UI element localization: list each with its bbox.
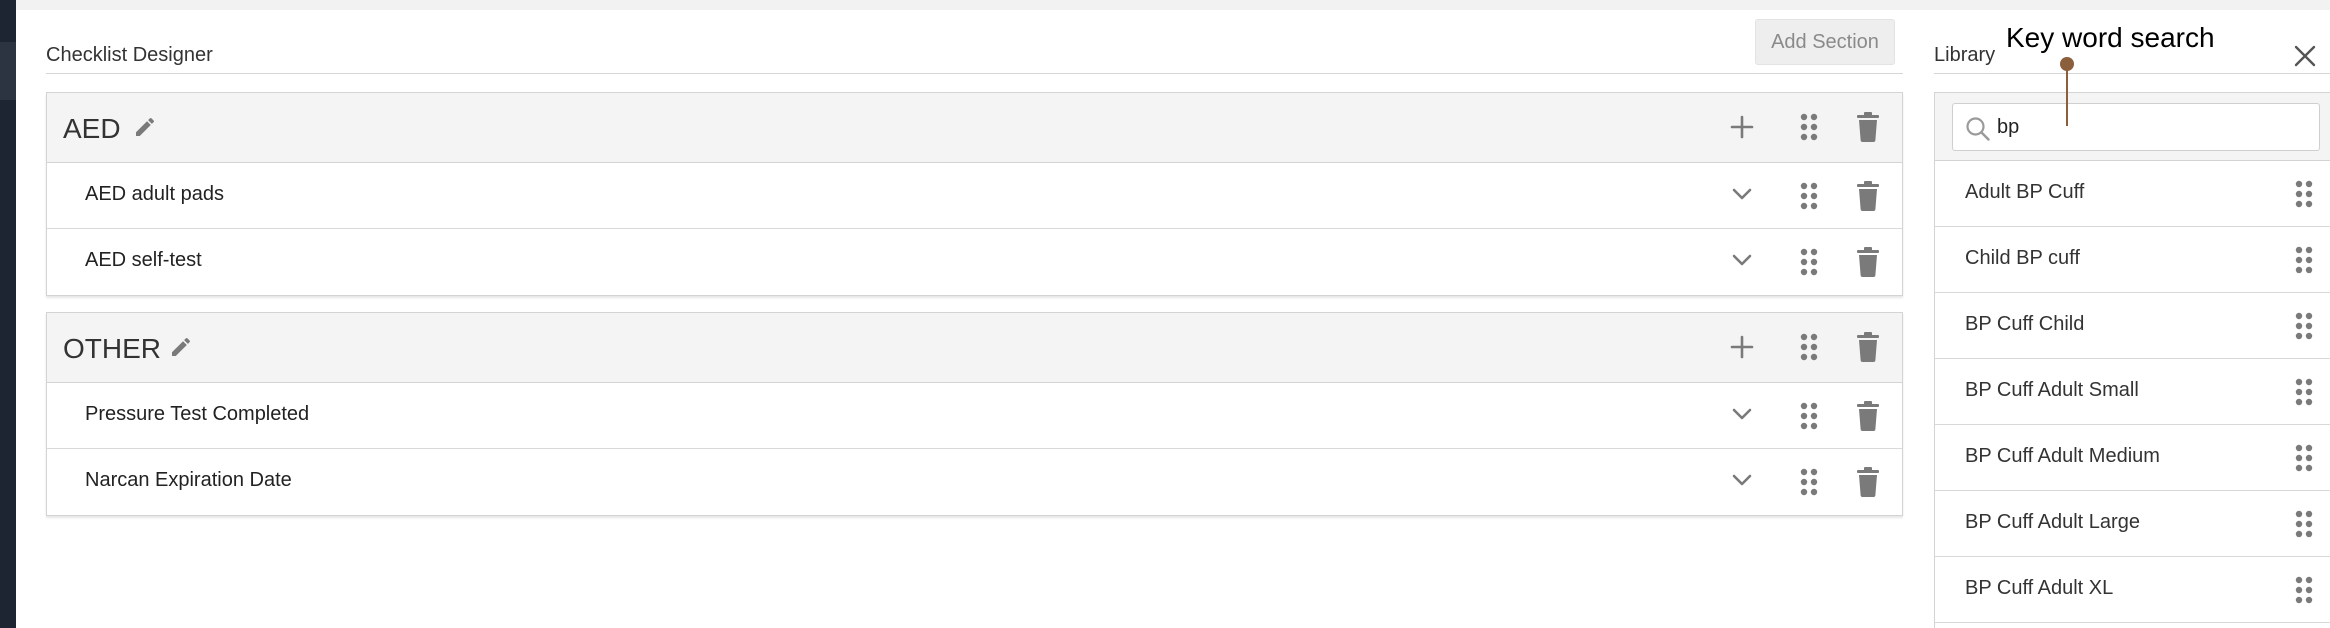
plus-icon[interactable] bbox=[1729, 114, 1755, 140]
library-item-label: BP Cuff Adult XL bbox=[1965, 577, 2114, 599]
library-item-label: BP Cuff Adult Large bbox=[1965, 511, 2140, 533]
plus-icon[interactable] bbox=[1729, 334, 1755, 360]
drag-handle-icon[interactable] bbox=[1800, 468, 1818, 496]
drag-handle-icon[interactable] bbox=[2295, 378, 2313, 406]
drag-handle-icon[interactable] bbox=[1800, 402, 1818, 430]
search-icon bbox=[1965, 116, 1991, 142]
trash-icon[interactable] bbox=[1857, 332, 1879, 362]
pencil-icon[interactable] bbox=[133, 115, 157, 139]
drag-handle-icon[interactable] bbox=[1800, 182, 1818, 210]
trash-icon[interactable] bbox=[1857, 181, 1879, 211]
library-panel: Adult BP Cuff Child BP cuff BP Cuff Chil… bbox=[1934, 92, 2330, 628]
pencil-icon[interactable] bbox=[169, 335, 193, 359]
drag-handle-icon[interactable] bbox=[2295, 510, 2313, 538]
library-item[interactable]: BP Cuff Child bbox=[1935, 293, 2330, 359]
trash-icon[interactable] bbox=[1857, 247, 1879, 277]
library-item[interactable]: Adult BP Cuff bbox=[1935, 161, 2330, 227]
library-item[interactable]: BP Cuff Adult XL bbox=[1935, 557, 2330, 623]
library-item[interactable]: BP Cuff Adult Large bbox=[1935, 491, 2330, 557]
library-item[interactable]: BP Cuff Adult Medium bbox=[1935, 425, 2330, 491]
checklist-item[interactable]: AED adult pads bbox=[47, 163, 1902, 229]
checklist-item[interactable]: Pressure Test Completed bbox=[47, 383, 1902, 449]
library-search-bar bbox=[1935, 93, 2330, 161]
item-label: Pressure Test Completed bbox=[85, 403, 310, 425]
search-input-wrapper[interactable] bbox=[1952, 103, 2320, 151]
chevron-down-icon[interactable] bbox=[1732, 473, 1752, 487]
designer-title: Checklist Designer bbox=[46, 44, 213, 66]
section-aed: AED AED adult pads AED self-test bbox=[46, 92, 1903, 296]
annotation-pointer bbox=[2066, 64, 2068, 126]
item-label: Narcan Expiration Date bbox=[85, 469, 292, 491]
library-item-label: Child BP cuff bbox=[1965, 247, 2080, 269]
drag-handle-icon[interactable] bbox=[2295, 576, 2313, 604]
trash-icon[interactable] bbox=[1857, 401, 1879, 431]
library-item[interactable]: Child BP cuff bbox=[1935, 227, 2330, 293]
section-other: OTHER Pressure Test Completed Narcan Exp… bbox=[46, 312, 1903, 516]
section-title: OTHER bbox=[63, 333, 161, 364]
drag-handle-icon[interactable] bbox=[1800, 333, 1818, 361]
library-item-label: BP Cuff Adult Small bbox=[1965, 379, 2139, 401]
drag-handle-icon[interactable] bbox=[2295, 312, 2313, 340]
drag-handle-icon[interactable] bbox=[2295, 246, 2313, 274]
drag-handle-icon[interactable] bbox=[1800, 248, 1818, 276]
trash-icon[interactable] bbox=[1857, 112, 1879, 142]
item-label: AED self-test bbox=[85, 249, 202, 271]
add-section-button[interactable]: Add Section bbox=[1755, 19, 1895, 65]
trash-icon[interactable] bbox=[1857, 467, 1879, 497]
item-label: AED adult pads bbox=[85, 183, 224, 205]
top-bar bbox=[16, 0, 2330, 10]
sidebar-active-indicator bbox=[0, 42, 16, 100]
annotation-label: Key word search bbox=[2006, 22, 2215, 53]
drag-handle-icon[interactable] bbox=[2295, 180, 2313, 208]
library-item-label: Adult BP Cuff bbox=[1965, 181, 2085, 203]
section-header: OTHER bbox=[47, 313, 1902, 383]
chevron-down-icon[interactable] bbox=[1732, 407, 1752, 421]
app-sidebar-edge bbox=[0, 0, 16, 628]
chevron-down-icon[interactable] bbox=[1732, 253, 1752, 267]
library-item-label: BP Cuff Adult Medium bbox=[1965, 445, 2160, 467]
divider bbox=[1934, 73, 2330, 74]
close-icon[interactable] bbox=[2293, 44, 2317, 68]
checklist-item[interactable]: AED self-test bbox=[47, 229, 1902, 295]
drag-handle-icon[interactable] bbox=[1800, 113, 1818, 141]
search-input[interactable] bbox=[1997, 114, 2297, 140]
library-item-label: BP Cuff Child bbox=[1965, 313, 2085, 335]
chevron-down-icon[interactable] bbox=[1732, 187, 1752, 201]
library-title: Library bbox=[1934, 44, 1996, 66]
drag-handle-icon[interactable] bbox=[2295, 444, 2313, 472]
section-title: AED bbox=[63, 113, 121, 144]
divider bbox=[46, 73, 1903, 74]
library-item[interactable]: BP Cuff Adult Small bbox=[1935, 359, 2330, 425]
section-header: AED bbox=[47, 93, 1902, 163]
checklist-item[interactable]: Narcan Expiration Date bbox=[47, 449, 1902, 515]
